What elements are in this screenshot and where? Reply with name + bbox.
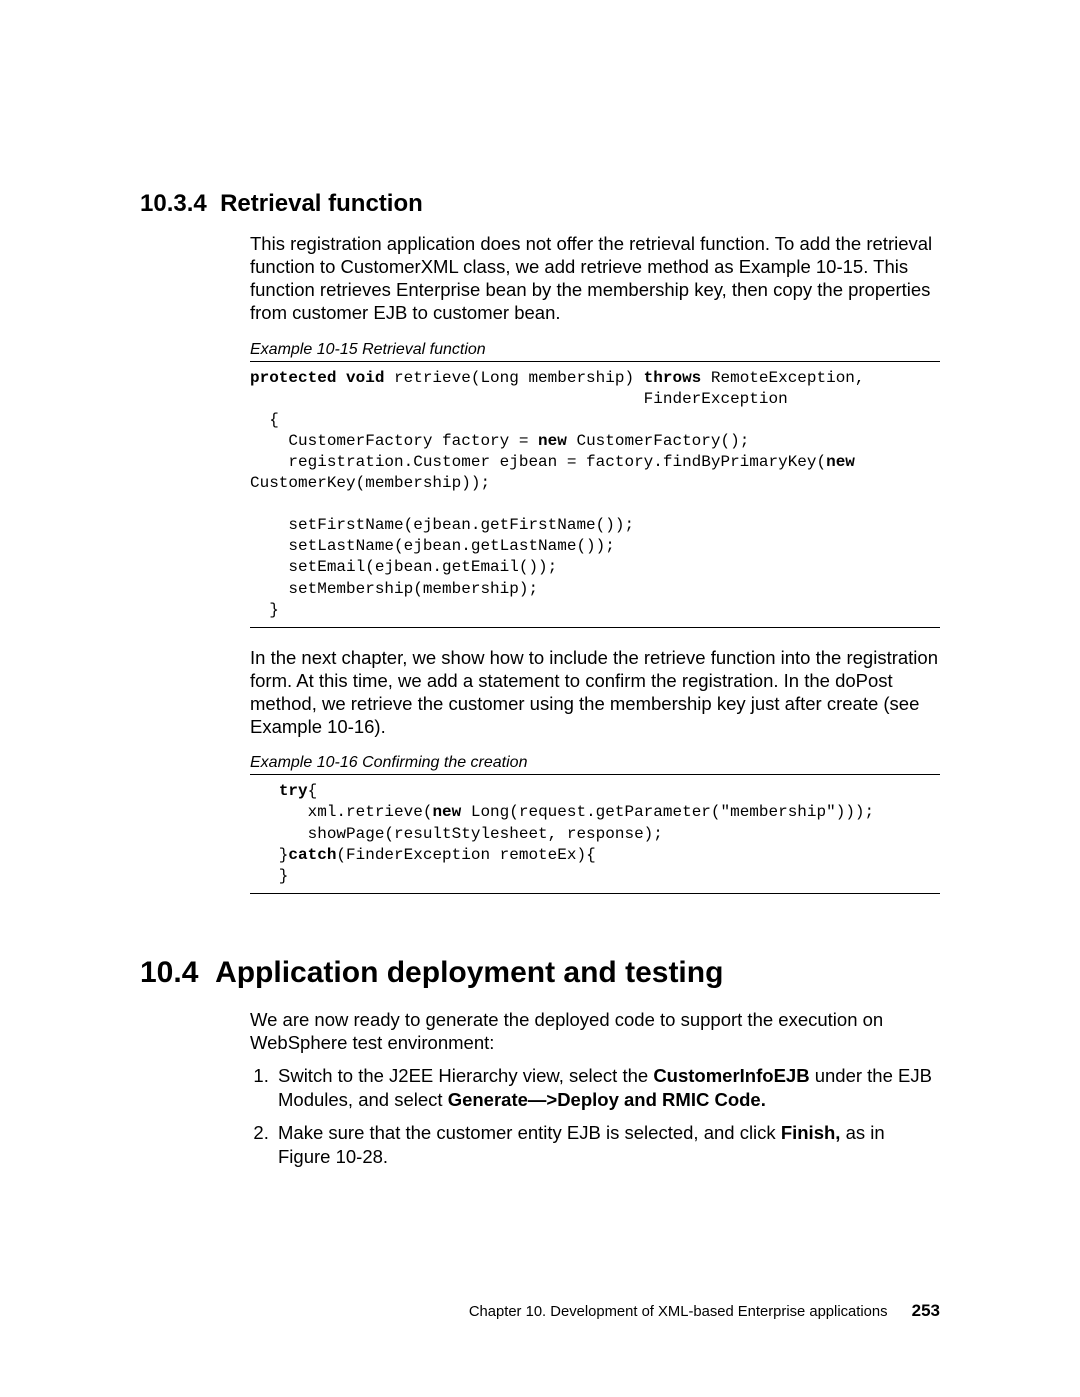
section2-intro: We are now ready to generate the deploye… bbox=[250, 1008, 940, 1054]
page-footer: Chapter 10. Development of XML-based Ent… bbox=[469, 1301, 940, 1321]
example-caption: Example 10-16 Confirming the creation bbox=[250, 754, 940, 772]
step-2: Make sure that the customer entity EJB i… bbox=[274, 1121, 940, 1168]
subsection-heading: 10.3.4 Retrieval function bbox=[140, 190, 940, 218]
page: 10.3.4 Retrieval function This registrat… bbox=[0, 0, 1080, 1397]
subsection-number: 10.3.4 bbox=[140, 190, 207, 217]
deployment-steps: Switch to the J2EE Hierarchy view, selec… bbox=[250, 1064, 940, 1169]
section-title: Application deployment and testing bbox=[215, 956, 723, 989]
subsection-title: Retrieval function bbox=[220, 190, 423, 217]
section-heading: 10.4 Application deployment and testing bbox=[140, 956, 940, 990]
code-example-16: try{ xml.retrieve(new Long(request.getPa… bbox=[250, 774, 940, 894]
page-number: 253 bbox=[912, 1301, 940, 1320]
code-example-15: protected void retrieve(Long membership)… bbox=[250, 361, 940, 628]
content-indent: This registration application does not o… bbox=[250, 232, 940, 894]
example-caption: Example 10-15 Retrieval function bbox=[250, 341, 940, 359]
section-number: 10.4 bbox=[140, 956, 198, 989]
content-indent: We are now ready to generate the deploye… bbox=[250, 1008, 940, 1169]
chapter-label: Chapter 10. Development of XML-based Ent… bbox=[469, 1304, 888, 1320]
paragraph-after-ex15: In the next chapter, we show how to incl… bbox=[250, 646, 940, 739]
step-1: Switch to the J2EE Hierarchy view, selec… bbox=[274, 1064, 940, 1111]
intro-paragraph: This registration application does not o… bbox=[250, 232, 940, 325]
